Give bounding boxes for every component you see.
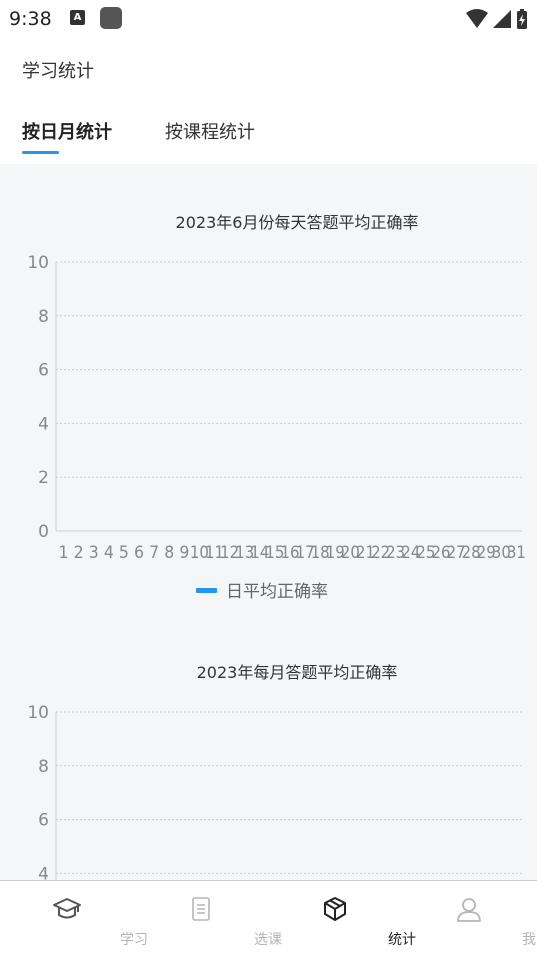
x-tick-label: 4 — [104, 543, 114, 563]
x-tick-label: 31 — [507, 543, 526, 563]
tabbar-label: 我的 — [522, 932, 537, 948]
battery-charging-icon — [517, 9, 527, 29]
x-tick-label: 7 — [149, 543, 159, 563]
keyboard-a-icon: A — [70, 10, 85, 25]
cube-icon — [324, 897, 346, 921]
chart-scroll-area[interactable]: 2023年6月份每天答题平均正确率 0 2 4 6 8 10 1 2 3 4 5 6 7 8 9 10 11 12 1… — [0, 164, 537, 880]
y-tick-label: 4 — [38, 414, 49, 434]
x-tick-label: 6 — [134, 543, 144, 563]
x-tick-label: 3 — [89, 543, 99, 563]
tab-daily-monthly[interactable]: 按日月统计 — [22, 118, 112, 144]
tabbar-item-course-select[interactable]: 选课 — [134, 881, 282, 956]
graduation-cap-icon — [53, 898, 81, 919]
x-tick-label: 1 — [59, 543, 69, 563]
y-tick-label: 6 — [38, 811, 49, 831]
chart-title: 2023年每月答题平均正确率 — [197, 663, 398, 682]
y-tick-label: 0 — [38, 522, 49, 542]
app-notification-icon — [100, 7, 122, 29]
x-tick-label: 2 — [74, 543, 84, 563]
status-icons — [466, 8, 528, 30]
x-tick-label: 8 — [164, 543, 174, 563]
daily-accuracy-chart: 2023年6月份每天答题平均正确率02468101 2 3 4 5 6 7 8 9 1011121… — [27, 213, 526, 602]
tabbar-item-statistics[interactable]: 统计 — [268, 881, 416, 956]
monthly-accuracy-chart: 2023年每月答题平均正确率0246810 — [27, 663, 522, 880]
y-tick-label: 6 — [38, 361, 49, 381]
wifi-icon — [466, 9, 488, 28]
x-tick-label: 9 — [179, 543, 189, 563]
y-tick-label: 4 — [38, 864, 49, 880]
tabbar-item-mine[interactable]: 我的 — [402, 881, 537, 956]
y-tick-label: 8 — [38, 757, 49, 777]
tabbar-item-study[interactable]: 学习 — [0, 881, 148, 956]
chart-title: 2023年6月份每天答题平均正确率 — [176, 213, 419, 232]
user-icon — [457, 898, 481, 922]
stats-tabs: 按日月统计 按课程统计 — [0, 110, 537, 162]
y-tick-label: 8 — [38, 307, 49, 327]
page-title: 学习统计 — [22, 61, 94, 82]
legend-label: 日平均正确率 — [226, 582, 328, 602]
bottom-tabbar: 学习 选课 统计 我的 — [0, 880, 537, 956]
document-icon — [192, 897, 210, 921]
tab-by-course[interactable]: 按课程统计 — [165, 118, 255, 144]
y-tick-label: 2 — [38, 468, 49, 488]
x-tick-label: 5 — [119, 543, 129, 563]
signal-icon — [493, 10, 511, 28]
y-tick-label: 10 — [27, 253, 49, 273]
legend-swatch — [196, 588, 217, 593]
y-tick-label: 10 — [27, 703, 49, 723]
tab-active-indicator — [22, 151, 59, 154]
status-time: 9:38 — [9, 8, 52, 30]
status-bar: 9:38 A — [0, 0, 537, 38]
